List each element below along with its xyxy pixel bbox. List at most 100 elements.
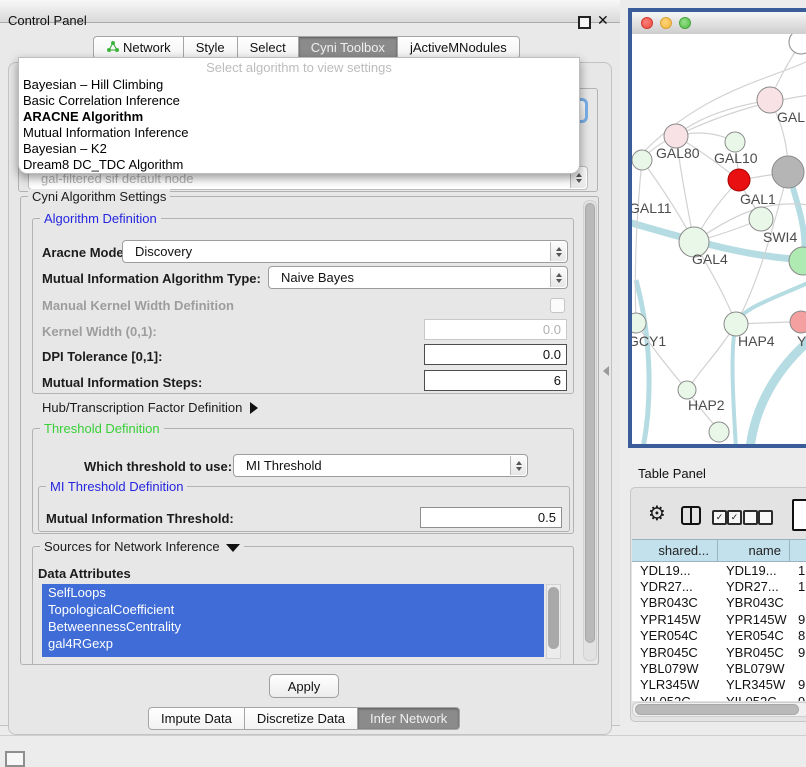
combo-arrows-icon (550, 242, 566, 261)
network-node-label: GAL11 (632, 200, 672, 216)
tab-style[interactable]: Style (184, 36, 238, 59)
network-node-label: GAL4 (692, 251, 728, 267)
data-attributes-list[interactable]: SelfLoopsTopologicalCoefficientBetweenne… (42, 584, 544, 657)
tab-cyni-toolbox[interactable]: Cyni Toolbox (299, 36, 398, 59)
table-cell: 9. (790, 677, 806, 692)
table-cell: YBL079W (632, 661, 718, 676)
tab-impute-data[interactable]: Impute Data (148, 707, 245, 730)
minimize-traffic-light[interactable] (660, 17, 672, 29)
table-cell: YBR043C (632, 595, 718, 610)
algorithm-option[interactable]: Bayesian – Hill Climbing (19, 77, 579, 93)
mi-threshold-field[interactable]: 0.5 (420, 507, 562, 528)
network-node-label: GAL (777, 109, 805, 125)
hide-columns-icon[interactable] (743, 510, 758, 525)
hide-columns-icon[interactable] (758, 510, 773, 525)
table-h-scrollbar-thumb[interactable] (635, 704, 799, 715)
collapsed-panel-icon[interactable] (5, 751, 25, 767)
columns-icon[interactable] (681, 506, 701, 525)
column-header[interactable]: shared... (632, 539, 718, 562)
network-node[interactable] (632, 150, 652, 170)
apply-button[interactable]: Apply (269, 674, 339, 698)
tab-infer-network[interactable]: Infer Network (358, 707, 460, 730)
table-row[interactable]: YBR045CYBR045C9. (632, 644, 806, 660)
network-node[interactable] (790, 311, 806, 333)
close-traffic-light[interactable] (641, 17, 653, 29)
network-canvas[interactable]: GALGAL80GAL10GAL1GAL11SWI4GAL4GCY1HAP4YH… (632, 34, 806, 444)
table-cell: YIL052C (632, 694, 718, 701)
which-threshold-combo[interactable]: MI Threshold (233, 454, 528, 477)
close-icon[interactable]: ✕ (597, 12, 609, 29)
table-cell: YBR043C (718, 595, 790, 610)
table-cell: 12. (790, 579, 806, 594)
table-h-scrollbar[interactable] (632, 702, 806, 717)
kernel-width-label: Kernel Width (0,1): (42, 324, 157, 339)
algorithm-option[interactable]: Dream8 DC_TDC Algorithm (19, 157, 579, 173)
table-cell: 9. (790, 612, 806, 627)
table-row[interactable]: YER054CYER054C8. (632, 628, 806, 644)
attribute-list-item[interactable]: BetweennessCentrality (42, 618, 544, 635)
table-row[interactable]: YBL079WYBL079W (632, 660, 806, 676)
sources-group-title[interactable]: Sources for Network Inference (40, 539, 244, 554)
table-row[interactable]: YBR043CYBR043C (632, 595, 806, 611)
show-columns-icon[interactable]: ✓ (727, 510, 742, 525)
manual-kernel-width-checkbox[interactable] (550, 298, 565, 313)
table-cell: 13. (790, 563, 806, 578)
table-cell: YIL052C (718, 694, 790, 701)
expand-right-icon (250, 402, 258, 414)
algorithm-dropdown-popup: Select algorithm to view settings Bayesi… (18, 57, 580, 174)
data-attributes-label: Data Attributes (38, 566, 131, 581)
table-row[interactable]: YIL052CYIL052C9. (632, 693, 806, 701)
table-header-row: shared...nameA (632, 539, 806, 562)
network-node[interactable] (728, 169, 750, 191)
export-table-icon[interactable] (792, 499, 806, 531)
dpi-tolerance-field[interactable]: 0.0 (424, 344, 567, 365)
cyni-algorithm-settings-title: Cyni Algorithm Settings (28, 189, 170, 204)
tab-jactivemnodules[interactable]: jActiveMNodules (398, 36, 520, 59)
algorithm-option[interactable]: Mutual Information Inference (19, 125, 579, 141)
attribute-list-item[interactable]: SelfLoops (42, 584, 544, 601)
attribute-list-item[interactable]: TopologicalCoefficient (42, 601, 544, 618)
tab-discretize-data[interactable]: Discretize Data (245, 707, 358, 730)
algorithm-option[interactable]: Bayesian – K2 (19, 141, 579, 157)
table-row[interactable]: YLR345WYLR345W9. (632, 677, 806, 693)
network-node[interactable] (789, 34, 806, 54)
kernel-width-field[interactable]: 0.0 (424, 319, 567, 340)
show-columns-icon[interactable]: ✓ (712, 510, 727, 525)
hub-definition-toggle[interactable]: Hub/Transcription Factor Definition (42, 400, 258, 415)
mi-algorithm-type-combo[interactable]: Naive Bayes (268, 266, 568, 289)
tab-select[interactable]: Select (238, 36, 299, 59)
gear-icon[interactable]: ⚙ (648, 501, 666, 526)
network-node[interactable] (789, 247, 806, 275)
settings-scrollbar[interactable] (583, 200, 597, 661)
table-row[interactable]: YPR145WYPR145W9. (632, 611, 806, 627)
panel-splitter-arrow[interactable] (603, 366, 609, 376)
mi-steps-label: Mutual Information Steps: (42, 375, 202, 390)
settings-scrollbar-thumb[interactable] (585, 203, 595, 643)
column-header[interactable]: A (790, 539, 806, 562)
network-node[interactable] (725, 132, 745, 152)
table-cell: YPR145W (632, 612, 718, 627)
table-row[interactable]: YDL19...YDL19...13. (632, 562, 806, 578)
manual-kernel-width-label: Manual Kernel Width Definition (42, 298, 234, 313)
network-window-titlebar[interactable] (632, 12, 806, 35)
network-node[interactable] (772, 156, 804, 188)
attributes-scrollbar[interactable] (546, 584, 561, 659)
network-node[interactable] (709, 422, 729, 442)
algorithm-option[interactable]: ARACNE Algorithm (19, 109, 579, 125)
network-icon (106, 41, 119, 53)
algorithm-option[interactable]: Basic Correlation Inference (19, 93, 579, 109)
table-row[interactable]: YDR27...YDR27...12. (632, 578, 806, 594)
column-header[interactable]: name (718, 539, 790, 562)
aracne-mode-combo[interactable]: Discovery (122, 240, 568, 263)
table-cell: YER054C (718, 628, 790, 643)
float-window-icon[interactable] (578, 16, 591, 29)
zoom-traffic-light[interactable] (679, 17, 691, 29)
tab-network[interactable]: Network (93, 36, 184, 59)
table-rows: YDL19...YDL19...13.YDR27...YDR27...12.YB… (632, 562, 806, 701)
mi-steps-field[interactable]: 6 (424, 370, 567, 391)
table-cell: YER054C (632, 628, 718, 643)
network-node[interactable] (749, 207, 773, 231)
attributes-scrollbar-thumb[interactable] (548, 587, 559, 649)
network-node-label: GAL80 (656, 145, 700, 161)
attribute-list-item[interactable]: gal4RGexp (42, 635, 544, 652)
